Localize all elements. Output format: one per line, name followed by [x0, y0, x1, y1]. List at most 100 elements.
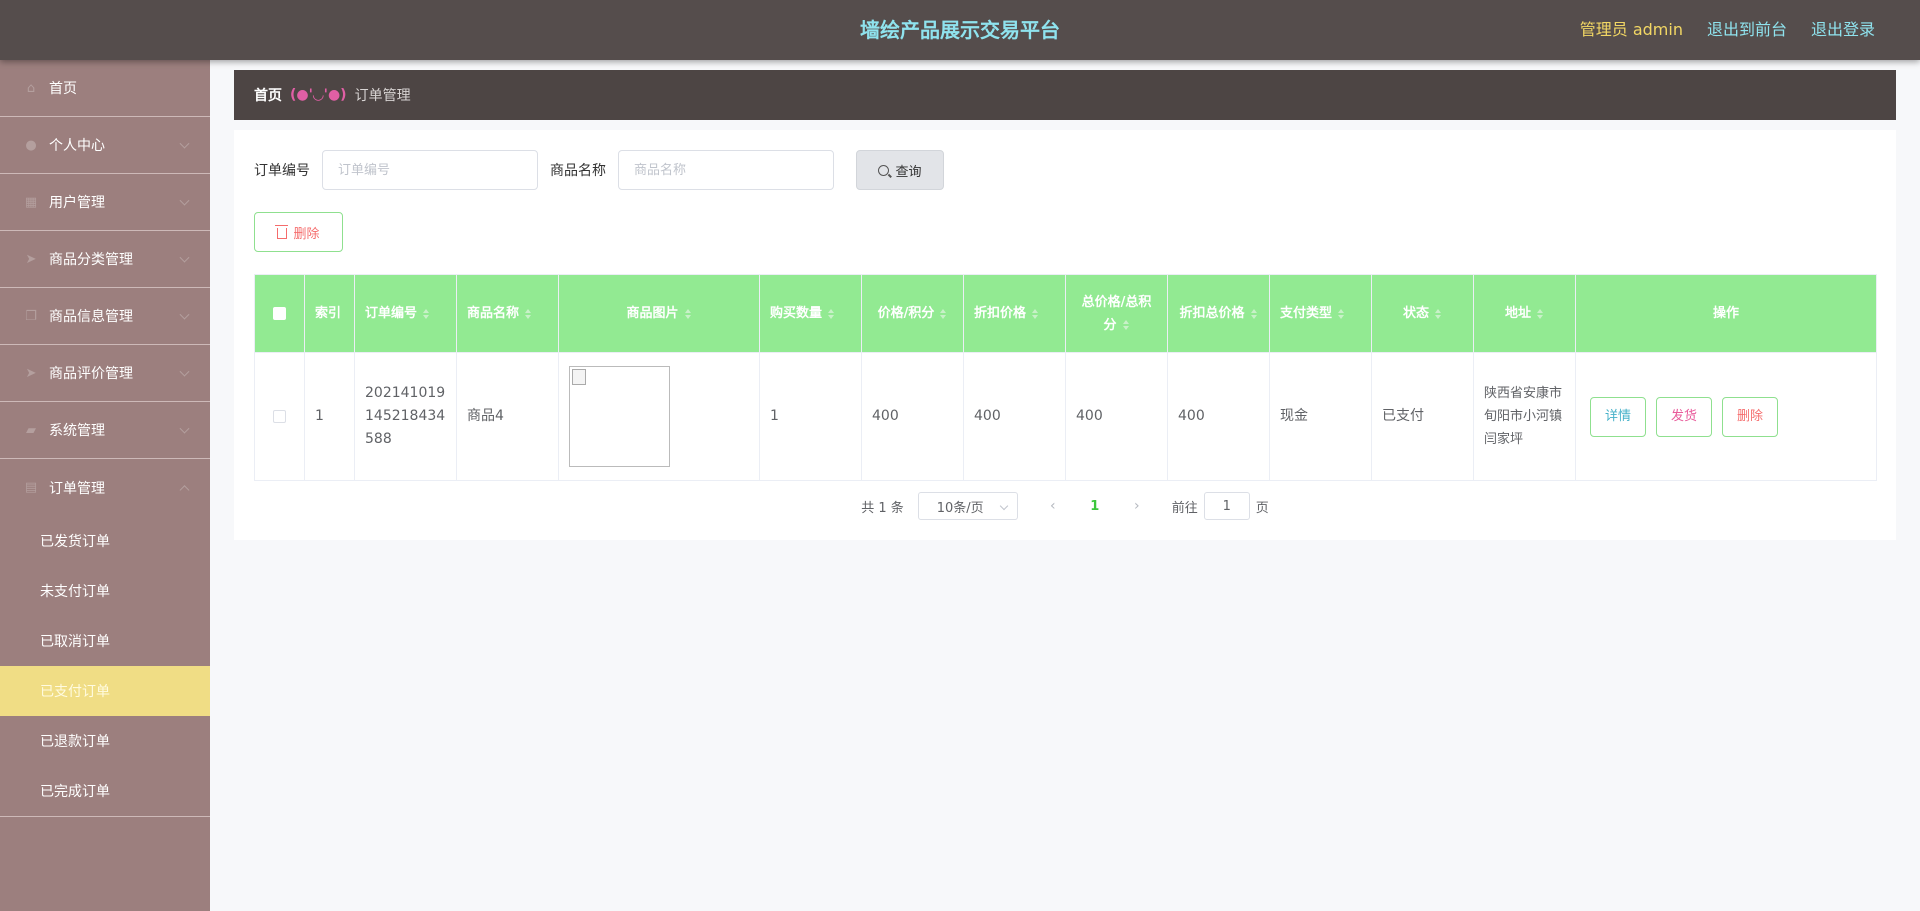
select-all-cell[interactable]	[254, 274, 305, 353]
product-name-input[interactable]	[618, 150, 834, 190]
sort-icon[interactable]	[1031, 308, 1039, 319]
search-icon	[878, 164, 890, 176]
col-quantity[interactable]: 购买数量	[759, 274, 862, 353]
header-actions: 管理员 admin 退出到前台 退出登录	[1580, 0, 1875, 60]
sidebar-item-label: 订单管理	[49, 480, 105, 497]
query-button[interactable]: 查询	[856, 150, 944, 190]
cell-total: 400	[1065, 352, 1168, 481]
orders-table: 索引 订单编号 商品名称 商品图片 购买数量 价格/积分 折扣价格 总价格/总积…	[254, 274, 1877, 481]
page-size-select[interactable]: 10条/页	[917, 492, 1018, 520]
table-row: 1 202141019145218434588 商品4 1 400 400 40…	[254, 352, 1877, 481]
top-bar: 墙绘产品展示交易平台 管理员 admin 退出到前台 退出登录	[0, 0, 1920, 60]
prev-page-icon[interactable]: ‹	[1038, 492, 1068, 520]
chevron-up-icon	[179, 484, 190, 495]
cell-product-name: 商品4	[456, 352, 559, 481]
send-icon: ➤	[25, 251, 37, 267]
col-pay-type[interactable]: 支付类型	[1269, 274, 1372, 353]
next-page-icon[interactable]: ›	[1122, 492, 1152, 520]
copy-icon: ❐	[25, 308, 37, 324]
sidebar-item-users[interactable]: ▦ 用户管理	[0, 174, 210, 231]
sidebar-item-system[interactable]: ▰ 系统管理	[0, 402, 210, 459]
table-header-row: 索引 订单编号 商品名称 商品图片 购买数量 价格/积分 折扣价格 总价格/总积…	[254, 274, 1877, 353]
sidebar-item-orders[interactable]: ▤ 订单管理	[0, 459, 210, 516]
sidebar-item-label: 首页	[49, 81, 77, 97]
row-select-cell[interactable]	[254, 352, 305, 481]
send-icon: ➤	[25, 365, 37, 381]
sort-icon[interactable]	[827, 308, 835, 319]
chevron-down-icon	[179, 138, 190, 149]
orders-submenu: 已发货订单 未支付订单 已取消订单 已支付订单 已退款订单 已完成订单	[0, 516, 210, 817]
cell-discount-total: 400	[1167, 352, 1270, 481]
order-no-input[interactable]	[322, 150, 538, 190]
sidebar-item-label: 个人中心	[49, 138, 105, 154]
sidebar-subitem-unpaid[interactable]: 未支付订单	[0, 566, 210, 616]
sidebar-item-home[interactable]: ⌂ 首页	[0, 60, 210, 117]
goto-label: 前往	[1171, 500, 1198, 516]
product-image[interactable]	[569, 366, 670, 467]
sidebar-item-reviews[interactable]: ➤ 商品评价管理	[0, 345, 210, 402]
bulk-delete-label: 删除	[293, 226, 320, 242]
sidebar-item-label: 商品分类管理	[49, 252, 133, 268]
cell-pay-type: 现金	[1269, 352, 1372, 481]
col-product-image[interactable]: 商品图片	[558, 274, 760, 353]
cell-price: 400	[861, 352, 964, 481]
col-total[interactable]: 总价格/总积分	[1065, 274, 1168, 353]
row-delete-button[interactable]: 删除	[1722, 396, 1779, 437]
sort-icon[interactable]	[684, 308, 692, 319]
detail-button[interactable]: 详情	[1590, 396, 1647, 437]
sort-icon[interactable]	[939, 308, 947, 319]
chevron-down-icon	[179, 252, 190, 263]
chevron-down-icon	[179, 366, 190, 377]
order-no-label: 订单编号	[254, 163, 310, 179]
cell-quantity: 1	[759, 352, 862, 481]
sidebar-subitem-refunded[interactable]: 已退款订单	[0, 716, 210, 766]
sidebar-item-profile[interactable]: ● 个人中心	[0, 117, 210, 174]
query-button-label: 查询	[895, 164, 922, 180]
cell-order-no: 202141019145218434588	[354, 352, 457, 481]
sidebar-subitem-shipped[interactable]: 已发货订单	[0, 516, 210, 566]
sort-icon[interactable]	[1536, 308, 1544, 319]
sort-icon[interactable]	[1337, 308, 1345, 319]
product-name-label: 商品名称	[550, 163, 606, 179]
cell-actions: 详情 发货 删除	[1575, 352, 1877, 481]
sidebar-item-label: 商品评价管理	[49, 366, 133, 382]
sidebar-subitem-completed[interactable]: 已完成订单	[0, 766, 210, 816]
col-status[interactable]: 状态	[1371, 274, 1474, 353]
row-actions: 详情 发货 删除	[1586, 396, 1866, 437]
col-order-no[interactable]: 订单编号	[354, 274, 457, 353]
cell-index: 1	[304, 352, 355, 481]
col-discount-price[interactable]: 折扣价格	[963, 274, 1066, 353]
cell-discount-price: 400	[963, 352, 1066, 481]
home-icon: ⌂	[26, 80, 36, 96]
sort-icon[interactable]	[1434, 308, 1442, 319]
chevron-down-icon	[179, 423, 190, 434]
row-checkbox[interactable]	[273, 410, 286, 423]
select-all-checkbox[interactable]	[273, 307, 286, 320]
sort-icon[interactable]	[524, 308, 532, 319]
sort-icon[interactable]	[1250, 308, 1258, 319]
logout-link[interactable]: 退出登录	[1811, 0, 1875, 60]
col-actions: 操作	[1575, 274, 1877, 353]
breadcrumb-home[interactable]: 首页	[254, 85, 282, 105]
ship-button[interactable]: 发货	[1656, 396, 1713, 437]
goto-page-input[interactable]	[1203, 492, 1250, 520]
col-discount-total[interactable]: 折扣总价格	[1167, 274, 1270, 353]
sort-icon[interactable]	[1122, 320, 1130, 330]
sidebar-item-label: 商品信息管理	[49, 309, 133, 325]
sidebar-subitem-paid[interactable]: 已支付订单	[0, 666, 210, 716]
goto-suffix: 页	[1255, 500, 1269, 516]
sort-icon[interactable]	[422, 308, 430, 319]
col-product-name[interactable]: 商品名称	[456, 274, 559, 353]
page-number[interactable]: 1	[1080, 492, 1110, 520]
sidebar-item-product-info[interactable]: ❐ 商品信息管理	[0, 288, 210, 345]
sidebar-item-category[interactable]: ➤ 商品分类管理	[0, 231, 210, 288]
breadcrumb-emoticon: (●'◡'●)	[290, 87, 347, 103]
sidebar-item-label: 用户管理	[49, 195, 105, 211]
total-count: 共 1 条	[861, 500, 904, 516]
col-address[interactable]: 地址	[1473, 274, 1576, 353]
bulk-delete-button[interactable]: 删除	[254, 212, 343, 252]
sidebar-subitem-cancelled[interactable]: 已取消订单	[0, 616, 210, 666]
sidebar-item-label: 系统管理	[49, 423, 105, 439]
col-price[interactable]: 价格/积分	[861, 274, 964, 353]
exit-to-front-link[interactable]: 退出到前台	[1707, 0, 1787, 60]
